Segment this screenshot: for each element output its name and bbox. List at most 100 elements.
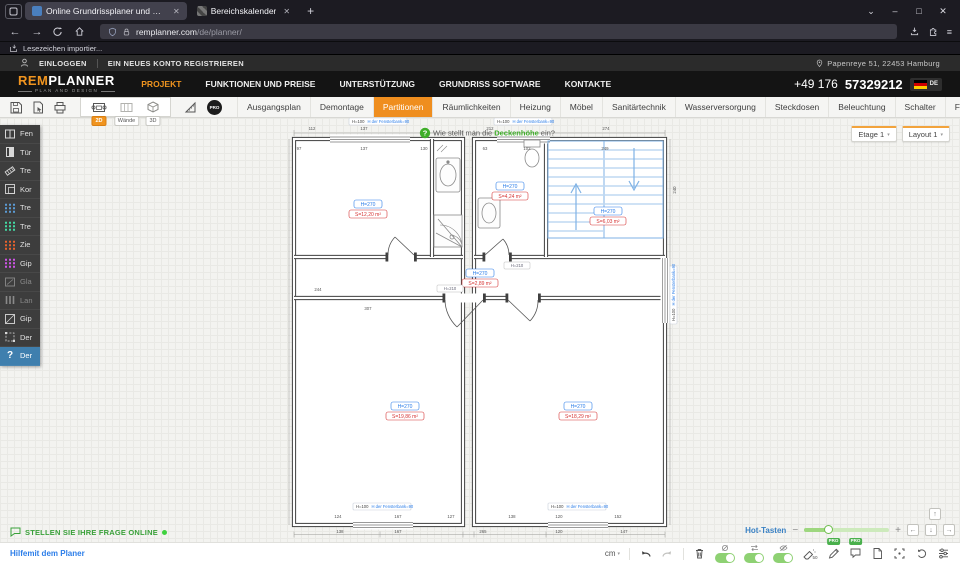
save-icon[interactable] — [9, 101, 23, 114]
forward-button[interactable]: → — [30, 26, 44, 38]
tab-list-icon[interactable]: ⌄ — [859, 6, 883, 17]
tab-ausgangsplan[interactable]: Ausgangsplan — [237, 97, 310, 117]
login-link[interactable]: EINLOGGEN — [39, 59, 87, 68]
layout-select[interactable]: Layout 1▾ — [902, 126, 950, 142]
register-link[interactable]: EIN NEUES KONTO REGISTRIEREN — [108, 59, 244, 68]
tab-demontage[interactable]: Demontage — [310, 97, 373, 117]
tool-gipskarton[interactable]: Gip — [0, 255, 40, 274]
help-bubble[interactable]: ? Wie stellt man dieDeckenhöheein? — [420, 128, 555, 138]
pan-down-button[interactable]: ↓ — [925, 524, 937, 536]
center-view-icon[interactable] — [893, 547, 906, 560]
window-minimize-button[interactable]: – — [883, 6, 907, 16]
floor-plan[interactable]: 112 137 212 274 97 137 130 63 102 249 30… — [0, 118, 960, 542]
browser-tab-2[interactable]: Bereichskalender ✕ — [190, 2, 297, 20]
tab-heizung[interactable]: Heizung — [510, 97, 560, 117]
tool-tuer[interactable]: Tür — [0, 144, 40, 163]
redo-icon[interactable] — [661, 547, 674, 560]
tool-gips-2[interactable]: Gip — [0, 310, 40, 329]
tool-trennwand-gruen[interactable]: Tre — [0, 218, 40, 237]
tool-help[interactable]: ?Der — [0, 347, 40, 366]
language-selector[interactable]: DE — [910, 78, 942, 91]
tab-close-icon[interactable]: ✕ — [173, 7, 180, 16]
reload-button[interactable] — [52, 26, 66, 37]
window-close-button[interactable]: ✕ — [931, 6, 955, 17]
dimensions-toggle[interactable] — [715, 544, 735, 563]
tab-wasserversorgung[interactable]: Wasserversorgung — [675, 97, 765, 117]
canvas[interactable]: 112 137 212 274 97 137 130 63 102 249 30… — [0, 118, 960, 542]
toggle-switch[interactable] — [773, 553, 793, 563]
address: Papenreye 51, 22453 Hamburg — [816, 59, 940, 68]
tab-fussbodenheizung[interactable]: Fußbodenheizung — [945, 97, 960, 117]
rotate-icon[interactable] — [915, 547, 928, 560]
import-bookmarks-link[interactable]: Lesezeichen importier... — [23, 44, 102, 53]
svg-text:240: 240 — [672, 186, 677, 194]
tab-beleuchtung[interactable]: Beleuchtung — [828, 97, 894, 117]
walls[interactable] — [294, 139, 665, 525]
toggle-switch[interactable] — [744, 553, 764, 563]
visibility-toggle[interactable] — [773, 544, 793, 563]
pro-icon[interactable]: PRO — [207, 100, 222, 115]
svg-text:265: 265 — [479, 529, 487, 534]
nav-unterstuetzung[interactable]: UNTERSTÜTZUNG — [339, 79, 415, 89]
url-bar[interactable]: remplanner.com/de/planner/ — [100, 24, 897, 39]
download-icon[interactable] — [909, 26, 920, 37]
back-button[interactable]: ← — [8, 26, 22, 38]
stairs-tool-icon — [3, 164, 17, 177]
shield-icon[interactable] — [108, 27, 117, 37]
export-icon[interactable] — [32, 101, 44, 114]
measure-icon[interactable] — [184, 101, 198, 114]
hotkeys-link[interactable]: Hot-Tasten — [745, 526, 786, 535]
tool-lamellen[interactable]: Lan — [0, 292, 40, 311]
pan-up-button[interactable]: ↑ — [929, 508, 941, 520]
tool-treppe[interactable]: Tre — [0, 162, 40, 181]
nav-projekt[interactable]: PROJEKT — [141, 79, 181, 89]
delete-icon[interactable] — [693, 547, 706, 560]
nav-kontakte[interactable]: KONTAKTE — [565, 79, 612, 89]
tool-glas[interactable]: Gla — [0, 273, 40, 292]
floor-select[interactable]: Etage 1▾ — [851, 126, 896, 142]
zoom-slider-knob[interactable] — [824, 525, 833, 534]
settings-sliders-icon[interactable] — [937, 547, 950, 560]
tab-partitionen[interactable]: Partitionen — [373, 97, 433, 117]
view-3d-button[interactable]: 3D — [146, 101, 160, 114]
arrows-toggle[interactable] — [744, 544, 764, 563]
window-maximize-button[interactable]: □ — [907, 6, 931, 16]
tab-steckdosen[interactable]: Steckdosen — [765, 97, 828, 117]
view-2d-button[interactable]: 2D — [91, 101, 107, 114]
toggle-switch[interactable] — [715, 553, 735, 563]
ask-online-link[interactable]: STELLEN SIE IHRE FRAGE ONLINE — [10, 527, 167, 537]
view-walls-button[interactable]: Wände — [119, 101, 134, 114]
nav-grundriss-software[interactable]: GRUNDRISS SOFTWARE — [439, 79, 541, 89]
tab-moebel[interactable]: Möbel — [560, 97, 602, 117]
tab-schalter[interactable]: Schalter — [895, 97, 945, 117]
print-icon[interactable] — [53, 101, 67, 114]
planner-help-link[interactable]: Hilfemit dem Planer — [10, 549, 85, 558]
pan-left-button[interactable]: ← — [907, 524, 919, 536]
undo-icon[interactable] — [639, 547, 652, 560]
zoom-out-icon[interactable]: − — [792, 525, 798, 536]
logo[interactable]: REMPLANNER PLAN AND DESIGN — [18, 74, 115, 94]
tool-fenster[interactable]: Fen — [0, 125, 40, 144]
comment-tool[interactable]: PRO — [849, 547, 862, 560]
firefox-view-icon[interactable] — [5, 4, 22, 19]
tool-ziegel[interactable]: Zie — [0, 236, 40, 255]
zoom-slider[interactable] — [804, 528, 889, 532]
units-select[interactable]: cm▾ — [605, 549, 620, 558]
menu-icon[interactable]: ≡ — [947, 27, 952, 37]
tab-close-icon-2[interactable]: ✕ — [283, 7, 290, 16]
tab-raeumlichkeiten[interactable]: Räumlichkeiten — [432, 97, 509, 117]
extensions-icon[interactable] — [928, 26, 939, 37]
home-button[interactable] — [74, 26, 88, 37]
nav-funktionen[interactable]: FUNKTIONEN UND PREISE — [205, 79, 315, 89]
zoom-in-icon[interactable]: + — [895, 525, 901, 536]
pan-right-button[interactable]: → — [943, 524, 955, 536]
tool-korridor[interactable]: Kor — [0, 181, 40, 200]
new-tab-button[interactable]: + — [300, 4, 321, 18]
tool-demontage[interactable]: Der — [0, 329, 40, 348]
tab-sanitaertechnik[interactable]: Sanitärtechnik — [602, 97, 675, 117]
document-icon[interactable] — [871, 547, 884, 560]
eraser-icon[interactable]: 50 — [802, 547, 818, 560]
tool-trennwand-blau[interactable]: Tre — [0, 199, 40, 218]
annotate-tool[interactable]: PRO — [827, 547, 840, 560]
browser-tab-active[interactable]: Online Grundrissplaner und De... ✕ — [25, 2, 187, 20]
